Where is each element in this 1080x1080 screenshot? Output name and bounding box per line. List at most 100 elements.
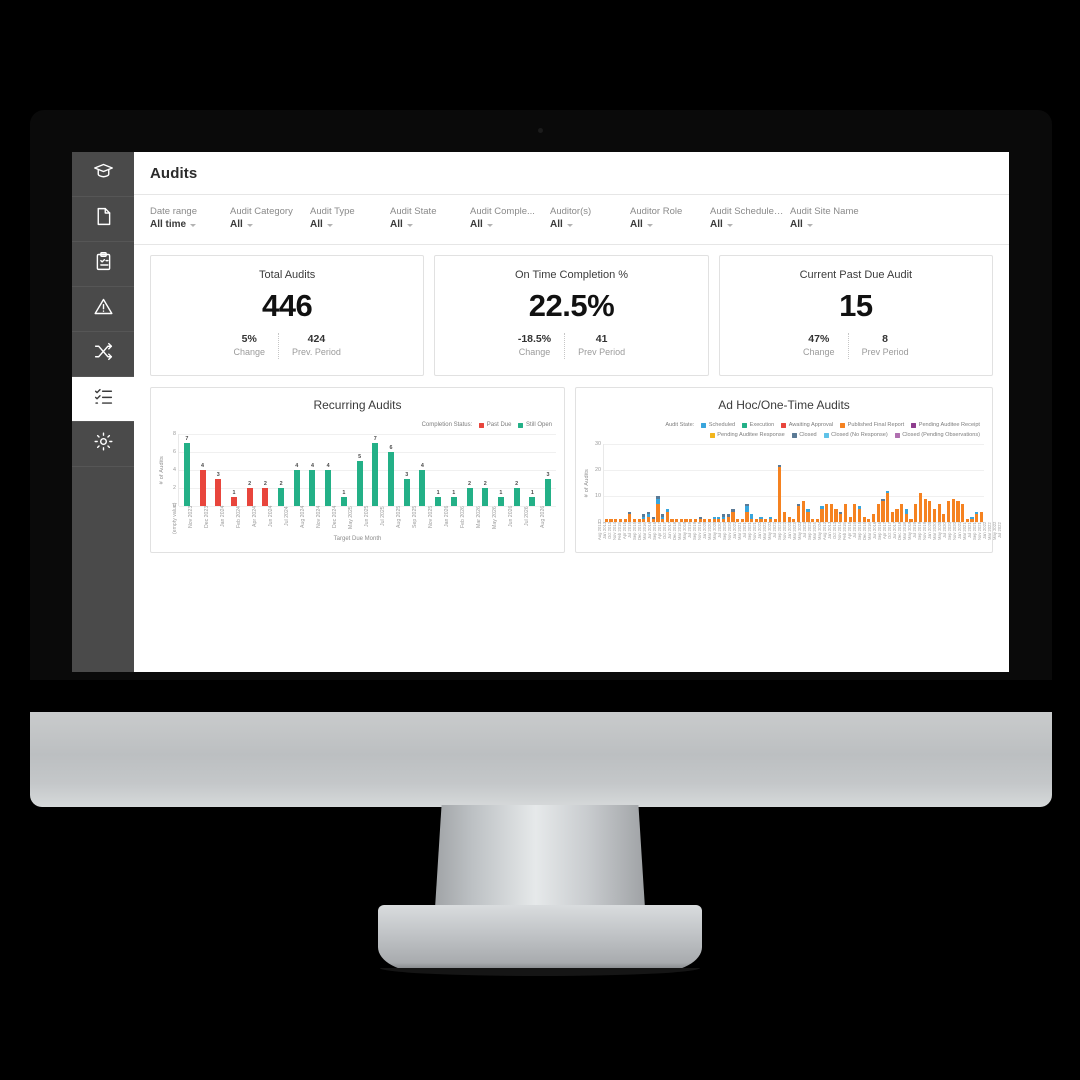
- bar-segment[interactable]: [782, 511, 787, 522]
- bar-segment[interactable]: [979, 511, 983, 522]
- bar-segment[interactable]: [918, 493, 922, 522]
- bar-slot[interactable]: 1: [524, 434, 540, 506]
- bar[interactable]: [466, 488, 473, 506]
- filter-audit-schedule-type[interactable]: Audit Schedule Type All: [710, 205, 788, 232]
- bar-segment[interactable]: [900, 503, 904, 522]
- chevron-down-icon[interactable]: [806, 223, 813, 227]
- bar[interactable]: [278, 488, 285, 506]
- bar[interactable]: [372, 443, 379, 506]
- chevron-down-icon[interactable]: [646, 223, 653, 227]
- sidebar-item-settings[interactable]: [72, 422, 134, 467]
- bar-slot[interactable]: 1: [493, 434, 509, 506]
- bar-segment[interactable]: [820, 509, 824, 522]
- bar-segment[interactable]: [914, 503, 918, 522]
- bar-slot[interactable]: 2: [462, 434, 478, 506]
- legend-item-execution[interactable]: Execution: [742, 422, 774, 428]
- bar[interactable]: [246, 488, 253, 506]
- legend-item-closed-pending-observations[interactable]: Closed (Pending Observations): [894, 432, 980, 438]
- bar-segment[interactable]: [745, 511, 749, 522]
- bar-slot[interactable]: 6: [383, 434, 399, 506]
- bar-segment[interactable]: [942, 514, 946, 522]
- bar-segment[interactable]: [975, 514, 979, 522]
- bar-slot[interactable]: 2: [509, 434, 525, 506]
- bar-segment[interactable]: [923, 498, 927, 522]
- bar-segment[interactable]: [946, 501, 951, 522]
- bar[interactable]: [529, 497, 536, 506]
- bar[interactable]: [230, 497, 237, 506]
- bar[interactable]: [293, 470, 300, 506]
- legend-item-closed[interactable]: Closed: [791, 432, 817, 438]
- bar-segment[interactable]: [886, 493, 890, 522]
- bar-segment[interactable]: [834, 509, 838, 522]
- chevron-down-icon[interactable]: [246, 223, 253, 227]
- bar-segment[interactable]: [871, 514, 876, 522]
- bar-segment[interactable]: [956, 501, 960, 522]
- bar[interactable]: [325, 470, 332, 506]
- bar-slot[interactable]: 7: [179, 434, 195, 506]
- filter-auditor-role[interactable]: Auditor Role All: [630, 205, 708, 232]
- chevron-down-icon[interactable]: [190, 223, 197, 227]
- bar[interactable]: [482, 488, 489, 506]
- filter-date-range[interactable]: Date range All time: [150, 205, 228, 232]
- bar-segment[interactable]: [932, 509, 937, 522]
- bar-segment[interactable]: [731, 511, 735, 522]
- bar-slot[interactable]: 2: [242, 434, 258, 506]
- bar-segment[interactable]: [895, 509, 899, 522]
- sidebar-item-audits[interactable]: [72, 377, 134, 422]
- bar[interactable]: [340, 497, 347, 506]
- bar-slot[interactable]: 1: [226, 434, 242, 506]
- bar-slot[interactable]: 3: [540, 434, 556, 506]
- bar-segment[interactable]: [881, 501, 885, 522]
- sidebar-item-inspections[interactable]: [72, 242, 134, 287]
- bar-segment[interactable]: [890, 511, 894, 522]
- bar-slot[interactable]: 4: [195, 434, 211, 506]
- bar-slot[interactable]: 3: [210, 434, 226, 506]
- legend-item-pending-auditee-response[interactable]: Pending Auditee Response: [709, 432, 785, 438]
- bar-segment[interactable]: [801, 501, 805, 522]
- legend-item-past-due[interactable]: Past Due: [479, 422, 511, 428]
- bar[interactable]: [183, 443, 190, 506]
- filter-audit-comple[interactable]: Audit Comple... All: [470, 205, 548, 232]
- chevron-down-icon[interactable]: [406, 223, 413, 227]
- bar-slot[interactable]: 4: [415, 434, 431, 506]
- sidebar-item-documents[interactable]: [72, 197, 134, 242]
- bar[interactable]: [497, 497, 504, 506]
- bar[interactable]: [199, 470, 206, 506]
- bar[interactable]: [215, 479, 222, 506]
- sidebar-item-incidents[interactable]: [72, 287, 134, 332]
- bar-slot[interactable]: 5: [352, 434, 368, 506]
- bar-slot[interactable]: 4: [305, 434, 321, 506]
- legend-item-awaiting-approval[interactable]: Awaiting Approval: [781, 422, 833, 428]
- bar-slot[interactable]: 1: [430, 434, 446, 506]
- legend-item-closed-no-response[interactable]: Closed (No Response): [823, 432, 888, 438]
- bar-segment[interactable]: [806, 511, 810, 522]
- chevron-down-icon[interactable]: [726, 223, 733, 227]
- bar-slot[interactable]: 1: [336, 434, 352, 506]
- bar-slot[interactable]: 3: [399, 434, 415, 506]
- bar-slot[interactable]: 4: [289, 434, 305, 506]
- filter-audit-category[interactable]: Audit Category All: [230, 205, 308, 232]
- bar-segment[interactable]: [825, 503, 829, 522]
- bar[interactable]: [450, 497, 457, 506]
- bar[interactable]: [435, 497, 442, 506]
- bar-slot[interactable]: 4: [320, 434, 336, 506]
- bar-segment[interactable]: [843, 503, 847, 522]
- filter-auditor-s[interactable]: Auditor(s) All: [550, 205, 628, 232]
- bar-segment[interactable]: [796, 506, 801, 522]
- bar-slot[interactable]: 2: [477, 434, 493, 506]
- bar-slot[interactable]: 2: [273, 434, 289, 506]
- filter-audit-site-name[interactable]: Audit Site Name All: [790, 205, 868, 232]
- bar-segment[interactable]: [778, 467, 782, 522]
- bar-segment[interactable]: [951, 498, 955, 522]
- bar[interactable]: [545, 479, 552, 506]
- bar-slot[interactable]: [979, 444, 984, 522]
- bar-segment[interactable]: [857, 509, 862, 522]
- chevron-down-icon[interactable]: [326, 223, 333, 227]
- chevron-down-icon[interactable]: [566, 223, 573, 227]
- bar-slot[interactable]: 2: [258, 434, 274, 506]
- bar-segment[interactable]: [829, 503, 833, 522]
- legend-item-pending-auditee-receipt[interactable]: Pending Auditee Receipt: [911, 422, 980, 428]
- bar-segment[interactable]: [928, 501, 932, 522]
- bar-slot[interactable]: 7: [367, 434, 383, 506]
- bar[interactable]: [513, 488, 520, 506]
